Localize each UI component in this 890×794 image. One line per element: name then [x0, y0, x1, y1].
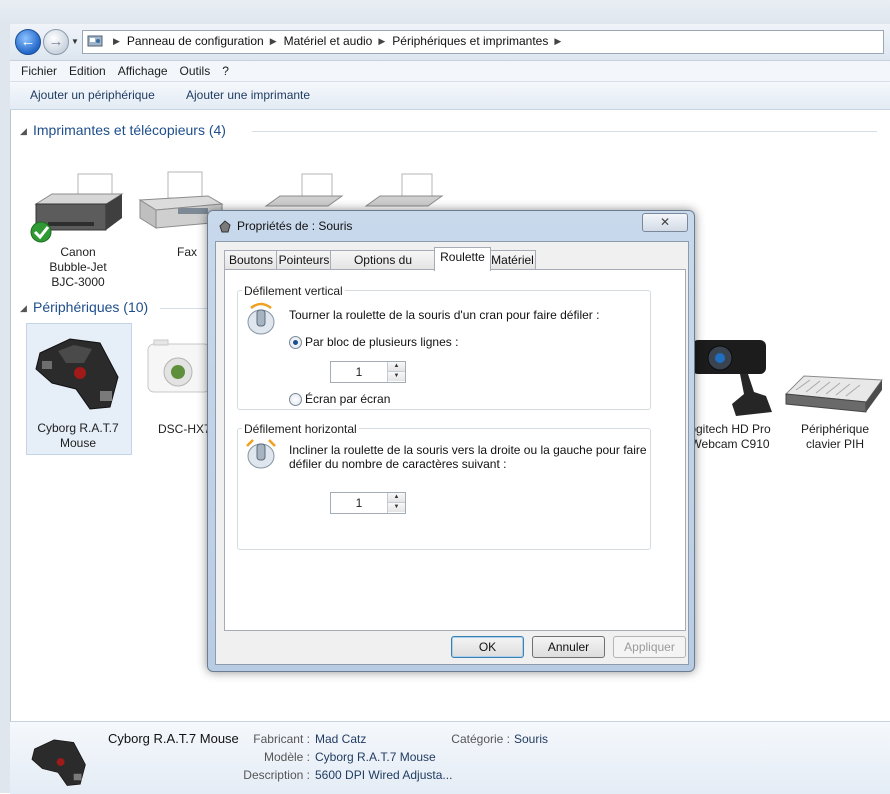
breadcrumb-item[interactable]: Matériel et audio — [284, 34, 373, 48]
keyboard-icon[interactable] — [784, 374, 884, 418]
printer-label-line: BJC-3000 — [51, 275, 105, 289]
device-label-line: Cyborg R.A.T.7 — [37, 421, 119, 435]
collapse-printers-icon[interactable]: ◢ — [20, 126, 27, 137]
device-label-line: Webcam C910 — [690, 437, 770, 451]
chars-stepper[interactable]: 1 ▲ ▼ — [330, 492, 406, 514]
horizontal-scroll-legend: Défilement horizontal — [242, 422, 359, 436]
category-value: Souris — [514, 732, 549, 746]
devices-group-title[interactable]: Périphériques (10) — [33, 299, 148, 315]
breadcrumb-item[interactable]: Panneau de configuration — [127, 34, 264, 48]
control-panel-icon — [87, 35, 103, 47]
vertical-scroll-legend: Défilement vertical — [242, 284, 345, 298]
stepper-down-icon[interactable]: ▼ — [388, 503, 405, 512]
printers-group-title[interactable]: Imprimantes et télécopieurs (4) — [33, 122, 226, 138]
model-value: Cyborg R.A.T.7 Mouse — [315, 750, 436, 764]
forward-button[interactable]: → — [43, 29, 69, 55]
close-button[interactable]: ✕ — [642, 213, 688, 232]
tab-options-pointeur[interactable]: Options du pointeur — [330, 250, 436, 286]
add-device-button[interactable]: Ajouter un périphérique — [30, 82, 155, 109]
radio-screen-label[interactable]: Écran par écran — [305, 392, 390, 406]
details-pane: Cyborg R.A.T.7 Mouse Fabricant : Mad Cat… — [10, 721, 890, 794]
breadcrumb: ▶ Panneau de configuration ▶ Matériel et au… — [107, 34, 568, 48]
menu-bar: Fichier Edition Affichage Outils? — [10, 61, 890, 82]
back-button[interactable]: ← — [15, 29, 41, 55]
mouse-properties-dialog: Propriétés de : Souris ✕ Boutons Pointeu… — [207, 210, 695, 672]
collapse-devices-icon[interactable]: ◢ — [20, 303, 27, 314]
mouse-icon — [31, 739, 86, 786]
description-value: 5600 DPI Wired Adjusta... — [315, 768, 453, 782]
device-name: Cyborg R.A.T.7 Mouse — [108, 731, 239, 746]
mouse-small-icon — [219, 220, 231, 233]
menu-help[interactable]: ? — [222, 61, 229, 81]
wheel-tilt-icon — [246, 439, 276, 469]
menu-fichier[interactable]: Fichier — [21, 61, 57, 81]
breadcrumb-chevron-icon: ▶ — [113, 36, 120, 46]
roulette-panel: Défilement vertical Tourner la roulette … — [224, 269, 686, 631]
printer-label-line: Canon — [60, 245, 96, 259]
horizontal-instruction-line1: Incliner la roulette de la souris vers l… — [289, 443, 647, 457]
manufacturer-key: Fabricant : — [253, 732, 310, 746]
radio-lines[interactable] — [289, 336, 302, 349]
device-label-line: Périphérique — [800, 422, 870, 436]
tab-pointeurs[interactable]: Pointeurs — [276, 250, 332, 270]
breadcrumb-chevron-icon[interactable]: ▶ — [378, 36, 385, 46]
radio-screen[interactable] — [289, 393, 302, 406]
breadcrumb-item[interactable]: Périphériques et imprimantes — [392, 34, 548, 48]
device-label-line: clavier PIH — [805, 437, 864, 451]
device-label-line: Mouse — [59, 436, 97, 450]
command-bar: Ajouter un périphérique Ajouter une impr… — [10, 82, 890, 110]
left-window-edge — [0, 24, 11, 793]
mouse-icon[interactable] — [30, 333, 125, 413]
tab-roulette[interactable]: Roulette — [434, 247, 491, 271]
stepper-up-icon[interactable]: ▲ — [388, 493, 405, 503]
forward-arrow-icon: → — [48, 33, 64, 50]
back-arrow-icon: ← — [20, 33, 36, 50]
description-key: Description : — [243, 768, 310, 782]
breadcrumb-chevron-icon[interactable]: ▶ — [554, 36, 561, 46]
stepper-up-icon[interactable]: ▲ — [388, 362, 405, 372]
ok-button[interactable]: OK — [451, 636, 524, 658]
address-box[interactable]: ▶ Panneau de configuration ▶ Matériel et au… — [82, 30, 884, 54]
radio-lines-label[interactable]: Par bloc de plusieurs lignes : — [305, 335, 458, 349]
cancel-button[interactable]: Annuler — [532, 636, 605, 658]
wheel-icon — [247, 302, 275, 335]
group-divider — [252, 131, 877, 132]
dialog-title: Propriétés de : Souris — [237, 219, 353, 233]
printer-label-line: Bubble-Jet — [49, 260, 107, 274]
menu-affichage[interactable]: Affichage — [118, 61, 168, 81]
device-label-line: ogitech HD Pro — [689, 422, 771, 436]
model-key: Modèle : — [263, 750, 310, 764]
stepper-down-icon[interactable]: ▼ — [388, 372, 405, 381]
menu-outils[interactable]: Outils — [180, 61, 211, 81]
address-bar-row: ← → ▼ ▶ Panneau de configuration ▶ Matériel… — [10, 24, 890, 61]
manufacturer-value: Mad Catz — [315, 732, 367, 746]
device-label[interactable]: Cyborg R.A.T.7 Mouse — [26, 421, 130, 451]
category-key: Catégorie : — [451, 732, 510, 746]
apply-button[interactable]: Appliquer — [613, 636, 686, 658]
chars-stepper-value[interactable]: 1 — [331, 493, 387, 513]
menu-edition[interactable]: Edition — [69, 61, 106, 81]
device-label[interactable]: ogitech HD Pro Webcam C910 — [685, 422, 775, 452]
dialog-body: Boutons Pointeurs Options du pointeur Ro… — [215, 241, 689, 665]
history-dropdown-icon[interactable]: ▼ — [71, 37, 79, 46]
close-icon: ✕ — [659, 215, 671, 229]
chars-stepper-buttons: ▲ ▼ — [387, 493, 405, 513]
webcam-icon[interactable] — [692, 336, 778, 420]
breadcrumb-chevron-icon[interactable]: ▶ — [270, 36, 277, 46]
horizontal-instruction-line2: défiler du nombre de caractères suivant … — [289, 457, 507, 471]
lines-stepper-buttons: ▲ ▼ — [387, 362, 405, 382]
lines-stepper-value[interactable]: 1 — [331, 362, 387, 382]
device-label[interactable]: Périphérique clavier PIH — [785, 422, 885, 452]
add-printer-button[interactable]: Ajouter une imprimante — [186, 82, 310, 109]
camera-icon[interactable] — [144, 336, 210, 400]
tab-materiel[interactable]: Matériel — [489, 250, 536, 270]
lines-stepper[interactable]: 1 ▲ ▼ — [330, 361, 406, 383]
tab-boutons[interactable]: Boutons — [224, 250, 278, 270]
background-window-strip — [0, 0, 890, 24]
group-divider — [160, 308, 210, 309]
printer-label[interactable]: Canon Bubble-Jet BJC-3000 — [28, 245, 128, 290]
printer-icon[interactable] — [28, 170, 128, 244]
vertical-instruction: Tourner la roulette de la souris d'un cr… — [289, 308, 600, 322]
